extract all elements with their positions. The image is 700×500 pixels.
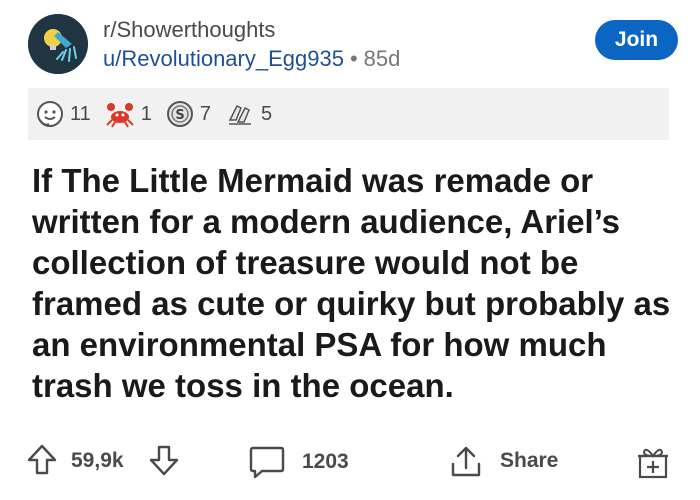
post-actions: 59,9k 1203 Share: [0, 440, 700, 490]
give-award-button[interactable]: [636, 444, 670, 480]
gift-award-icon: [638, 448, 668, 479]
author-line: u/Revolutionary_Egg935 • 85d: [103, 46, 400, 72]
crab-award-icon: [106, 103, 134, 128]
award-silver[interactable]: S 7: [166, 100, 211, 128]
author-name[interactable]: u/Revolutionary_Egg935: [103, 46, 344, 71]
share-label: Share: [500, 449, 559, 472]
vote-score: 59,9k: [71, 449, 124, 473]
awards-bar[interactable]: 11 1 S 7 5: [28, 88, 669, 140]
join-button[interactable]: Join: [595, 20, 678, 60]
subreddit-avatar[interactable]: [28, 14, 88, 74]
award-count: 11: [70, 102, 91, 125]
post-title[interactable]: If The Little Mermaid was remade or writ…: [32, 160, 672, 406]
silver-coin-award-icon: S: [166, 101, 193, 127]
award-crab[interactable]: 1: [105, 100, 152, 128]
upvote-arrow-icon: [27, 444, 57, 475]
hands-award-icon: [228, 104, 252, 125]
award-count: 1: [140, 102, 152, 125]
separator-dot: •: [349, 46, 358, 71]
comment-bubble-icon: [249, 446, 285, 479]
award-wholesome[interactable]: 11: [36, 100, 91, 128]
upvote-button[interactable]: [26, 443, 58, 477]
share-button[interactable]: Share: [448, 444, 558, 478]
wholesome-award-icon: [37, 101, 63, 127]
post-header: r/Showerthoughts u/Revolutionary_Egg935 •…: [28, 14, 678, 78]
award-count: 7: [199, 102, 212, 125]
downvote-button[interactable]: [148, 443, 180, 477]
post-age: 85d: [363, 46, 401, 71]
svg-text:S: S: [175, 108, 184, 123]
comment-count: 1203: [302, 450, 349, 473]
downvote-arrow-icon: [149, 445, 179, 476]
shower-lightbulb-icon: [28, 14, 88, 74]
award-hands[interactable]: 5: [225, 100, 272, 128]
score-count: 59,9k: [71, 449, 124, 472]
award-count: 5: [261, 102, 273, 125]
subreddit-name[interactable]: r/Showerthoughts: [103, 17, 275, 43]
comments-button[interactable]: 1203: [248, 444, 349, 480]
share-icon: [451, 446, 481, 477]
